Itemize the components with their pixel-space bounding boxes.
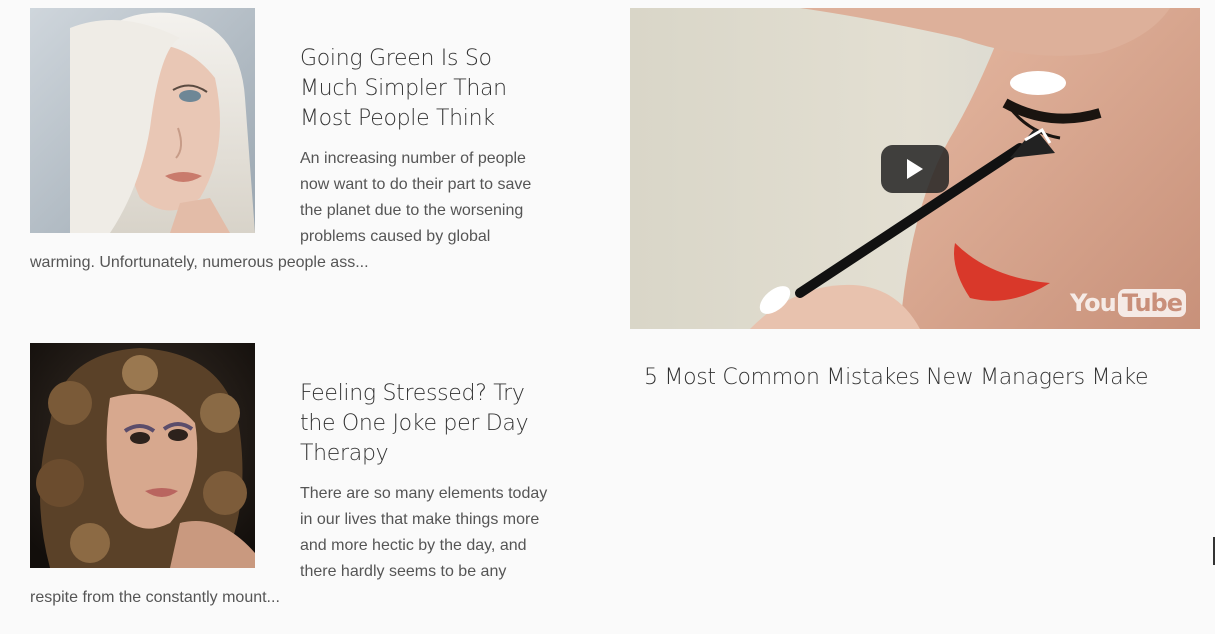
curly-hair-woman-image (30, 343, 255, 568)
play-icon (907, 159, 923, 179)
post-card: Going Green Is So Much Simpler Than Most… (30, 8, 550, 276)
youtube-logo-you: You (1069, 289, 1117, 317)
blonde-woman-image (30, 8, 255, 233)
page: Going Green Is So Much Simpler Than Most… (0, 0, 1215, 634)
post-card: Feeling Stressed? Try the One Joke per D… (30, 343, 550, 611)
video-player[interactable]: You Tube (630, 8, 1200, 329)
post-thumbnail[interactable] (30, 343, 255, 568)
youtube-logo[interactable]: You Tube (1070, 289, 1186, 317)
video-card: You Tube 5 Most Common Mistakes New Mana… (630, 8, 1200, 393)
youtube-logo-tube: Tube (1117, 289, 1186, 317)
video-title[interactable]: 5 Most Common Mistakes New Managers Make (644, 363, 1200, 393)
post-thumbnail[interactable] (30, 8, 255, 233)
play-button[interactable] (881, 145, 949, 193)
